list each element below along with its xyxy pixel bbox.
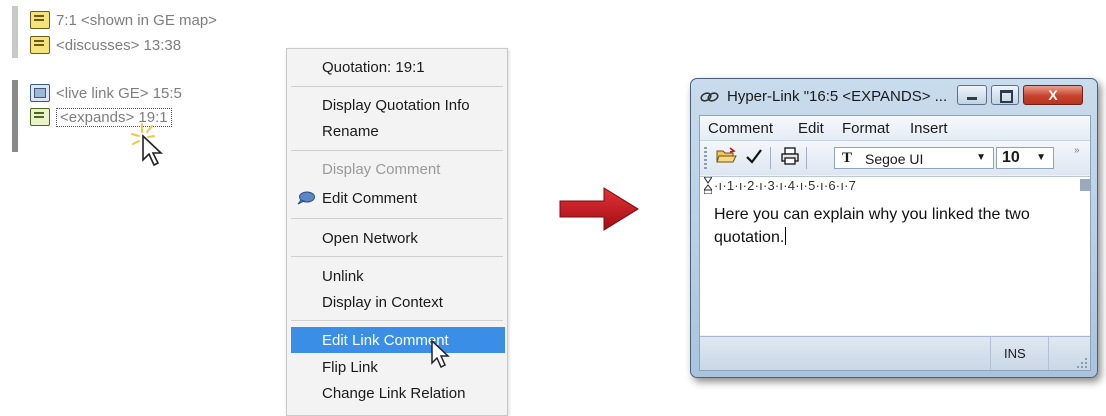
- link-item-label: <live link GE> 15:5: [56, 84, 182, 102]
- comment-text-area[interactable]: Here you can explain why you linked the …: [714, 203, 1074, 249]
- menu-separator: [291, 256, 503, 257]
- menu-item-flip-link[interactable]: Flip Link: [287, 354, 507, 380]
- list-item[interactable]: <discusses> 13:38: [30, 35, 181, 55]
- menu-insert[interactable]: Insert: [910, 120, 948, 137]
- font-family-value: Segoe UI: [865, 151, 924, 167]
- list-item[interactable]: <live link GE> 15:5: [30, 83, 182, 103]
- dialog-title: Hyper-Link "16:5 <EXPANDS> ...: [727, 88, 948, 105]
- ruler-scale: ·ı·1·ı·2·ı·3·ı·4·ı·5·ı·6·ı·7: [714, 178, 857, 193]
- ruler[interactable]: ·ı·1·ı·2·ı·3·ı·4·ı·5·ı·6·ı·7: [700, 176, 1090, 196]
- truetype-font-icon: T: [842, 150, 853, 166]
- menu-item-display-comment: Display Comment: [322, 160, 441, 178]
- insert-mode-indicator: INS: [1004, 346, 1026, 361]
- menu-item-change-link-relation[interactable]: Change Link Relation: [287, 380, 507, 406]
- menu-item-edit-comment[interactable]: Edit Comment: [287, 185, 507, 211]
- quotation-icon: [30, 36, 50, 54]
- print-button[interactable]: [778, 147, 802, 169]
- status-bar: INS: [700, 336, 1090, 370]
- toolbar-separator: [806, 147, 807, 169]
- menu-header-quotation: Quotation: 19:1: [322, 58, 425, 76]
- menu-separator: [291, 320, 503, 321]
- toolbar-overflow-icon[interactable]: »: [1074, 145, 1080, 156]
- quotation-icon: [30, 11, 50, 29]
- hyperlink-icon: [30, 108, 50, 126]
- printer-icon: [781, 147, 799, 165]
- close-button[interactable]: X: [1023, 85, 1083, 105]
- link-item-label: <discusses> 13:38: [56, 36, 182, 54]
- status-separator: [1048, 337, 1049, 370]
- menu-separator: [291, 150, 503, 151]
- toolbar: T Segoe UI ▼ 10 ▼ »: [700, 141, 1090, 175]
- menu-comment[interactable]: Comment: [708, 120, 773, 137]
- link-item-label: 7:1 <shown in GE map>: [56, 11, 217, 29]
- menu-item-label: Edit Comment: [322, 189, 418, 207]
- menu-edit[interactable]: Edit: [798, 120, 824, 137]
- link-group-bar-1: [12, 6, 18, 58]
- dialog-titlebar[interactable]: Hyper-Link "16:5 <EXPANDS> ... X: [691, 79, 1097, 115]
- hyperlink-dialog: Hyper-Link "16:5 <EXPANDS> ... X Comment…: [690, 78, 1098, 378]
- status-separator: [990, 337, 991, 370]
- list-item[interactable]: 7:1 <shown in GE map>: [30, 10, 217, 30]
- indent-marker-icon[interactable]: [704, 177, 712, 194]
- link-group-bar-2: [12, 80, 18, 152]
- font-size-value: 10: [1002, 149, 1020, 166]
- hyperlink-chain-icon: [700, 92, 719, 102]
- minimize-button[interactable]: [957, 85, 987, 105]
- font-family-select[interactable]: T Segoe UI ▼: [834, 147, 994, 169]
- chevron-down-icon: ▼: [1036, 152, 1046, 163]
- confirm-button[interactable]: [742, 147, 766, 169]
- maximize-button[interactable]: [991, 85, 1019, 105]
- comment-editor[interactable]: Here you can explain why you linked the …: [700, 195, 1090, 335]
- menu-bar: Comment Edit Format Insert: [700, 116, 1090, 141]
- chevron-down-icon: ▼: [976, 152, 986, 163]
- toolbar-separator: [770, 147, 771, 169]
- checkmark-icon: [746, 149, 762, 164]
- menu-separator: [291, 86, 503, 87]
- text-caret: [785, 227, 787, 245]
- mouse-cursor-icon: [431, 339, 450, 369]
- dialog-client-area: Comment Edit Format Insert T Segoe UI ▼ …: [699, 115, 1091, 371]
- menu-format[interactable]: Format: [842, 120, 890, 137]
- menu-separator: [291, 218, 503, 219]
- menu-item-display-in-context[interactable]: Display in Context: [287, 289, 507, 315]
- context-menu: Quotation: 19:1 Display Quotation Info R…: [286, 48, 508, 416]
- menu-item-display-quotation-info[interactable]: Display Quotation Info: [287, 92, 507, 118]
- menu-item-edit-link-comment[interactable]: Edit Link Comment: [291, 327, 505, 353]
- font-size-select[interactable]: 10 ▼: [996, 147, 1054, 169]
- mouse-cursor-icon: [131, 123, 164, 167]
- arrow-right-icon: [559, 187, 639, 231]
- comment-bubble-icon: [297, 191, 315, 205]
- folder-open-icon: [716, 147, 737, 163]
- comment-text: Here you can explain why you linked the …: [714, 206, 1030, 246]
- toolbar-grip[interactable]: [704, 147, 707, 169]
- ruler-end-marker[interactable]: [1080, 179, 1090, 191]
- menu-item-open-network[interactable]: Open Network: [287, 225, 507, 251]
- menu-item-rename[interactable]: Rename: [287, 118, 507, 144]
- live-link-icon: [30, 84, 50, 102]
- open-folder-button[interactable]: [714, 147, 738, 169]
- close-icon: X: [1048, 87, 1058, 103]
- resize-grip-icon[interactable]: [1077, 358, 1087, 368]
- menu-item-unlink[interactable]: Unlink: [287, 263, 507, 289]
